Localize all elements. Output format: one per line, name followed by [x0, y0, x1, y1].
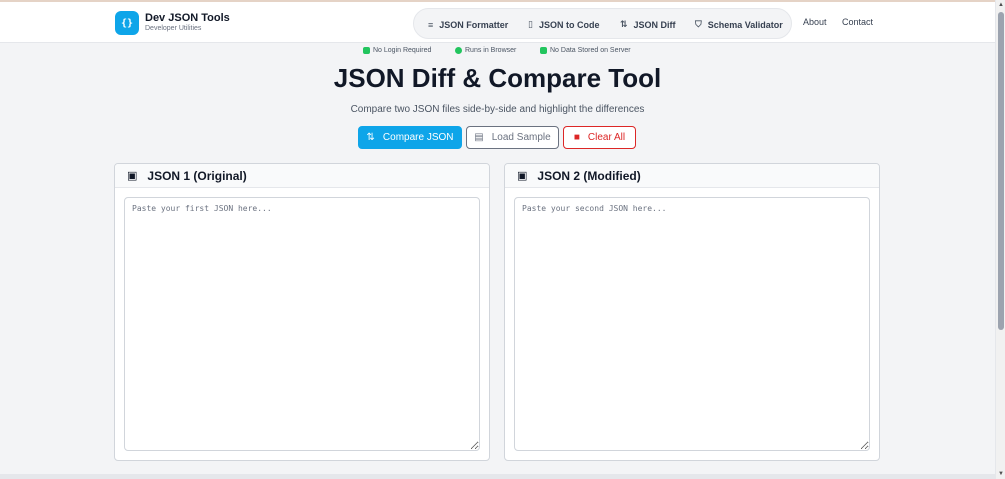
- panel-title: JSON 1 (Original): [147, 168, 247, 183]
- align-left-icon: ≡: [428, 19, 434, 30]
- file-code-icon: ▯: [528, 19, 533, 29]
- button-label: Clear All: [587, 132, 626, 143]
- swap-icon: ⇅: [366, 132, 375, 143]
- trash-icon: ■: [573, 132, 580, 143]
- json-original-input[interactable]: [124, 197, 480, 451]
- feature-no-login: No Login Required: [363, 47, 431, 54]
- json-modified-input[interactable]: [514, 197, 870, 451]
- page: {} Dev JSON Tools Developer Utilities ≡ …: [0, 0, 995, 479]
- panel-header: ▣ JSON 2 (Modified): [505, 164, 879, 188]
- file-code-icon: ▣: [517, 170, 528, 182]
- json-modified-panel: ▣ JSON 2 (Modified): [504, 163, 880, 461]
- nav-about-link[interactable]: About: [803, 17, 827, 27]
- load-sample-button[interactable]: ▤ Load Sample: [466, 126, 559, 149]
- footer-edge: [0, 474, 995, 479]
- nav-label: Schema Validator: [707, 19, 783, 30]
- scrollbar-thumb[interactable]: [998, 12, 1004, 330]
- nav-label: JSON Diff: [633, 19, 676, 30]
- nav-json-formatter[interactable]: ≡ JSON Formatter: [428, 9, 508, 40]
- nav-json-diff[interactable]: ⇅ JSON Diff: [620, 9, 676, 40]
- nav-label: JSON Formatter: [439, 19, 509, 30]
- brand-title[interactable]: Dev JSON Tools: [145, 12, 230, 24]
- scroll-up-icon[interactable]: ▲: [996, 0, 1005, 10]
- feature-label: Runs in Browser: [465, 47, 517, 54]
- feature-no-data-stored: No Data Stored on Server: [540, 47, 631, 54]
- swap-icon: ⇅: [620, 19, 628, 29]
- brand-subtitle: Developer Utilities: [145, 25, 202, 32]
- json-original-panel: ▣ JSON 1 (Original): [114, 163, 490, 461]
- nav-contact-link[interactable]: Contact: [842, 17, 873, 27]
- panel-header: ▣ JSON 1 (Original): [115, 164, 489, 188]
- shield-icon: ⛉: [695, 19, 702, 29]
- page-scrollbar[interactable]: ▲ ▼: [995, 0, 1005, 479]
- site-header: {} Dev JSON Tools Developer Utilities ≡ …: [0, 2, 995, 43]
- user-check-icon: [363, 47, 370, 54]
- scroll-down-icon[interactable]: ▼: [996, 469, 1005, 479]
- file-code-icon: ▣: [127, 170, 138, 182]
- nav-json-to-code[interactable]: ▯ JSON to Code: [528, 9, 599, 40]
- nav-schema-validator[interactable]: ⛉ Schema Validator: [695, 9, 783, 40]
- globe-icon: [455, 47, 462, 54]
- feature-label: No Data Stored on Server: [550, 47, 631, 54]
- feature-runs-in-browser: Runs in Browser: [455, 47, 516, 54]
- clear-all-button[interactable]: ■ Clear All: [563, 126, 636, 149]
- feature-label: No Login Required: [373, 47, 432, 54]
- database-icon: [540, 47, 547, 54]
- button-label: Compare JSON: [382, 132, 454, 143]
- logo-icon[interactable]: {}: [115, 11, 139, 35]
- button-label: Load Sample: [491, 132, 551, 143]
- feature-strip: No Login Required Runs in Browser No Dat…: [0, 47, 995, 59]
- panel-title: JSON 2 (Modified): [537, 168, 641, 183]
- nav-label: JSON to Code: [538, 19, 600, 30]
- tool-nav: ≡ JSON Formatter ▯ JSON to Code ⇅ JSON D…: [413, 8, 792, 39]
- compare-json-button[interactable]: ⇅ Compare JSON: [358, 126, 462, 149]
- file-icon: ▤: [474, 132, 484, 143]
- page-title: JSON Diff & Compare Tool: [333, 63, 662, 93]
- page-subtitle: Compare two JSON files side-by-side and …: [350, 104, 645, 115]
